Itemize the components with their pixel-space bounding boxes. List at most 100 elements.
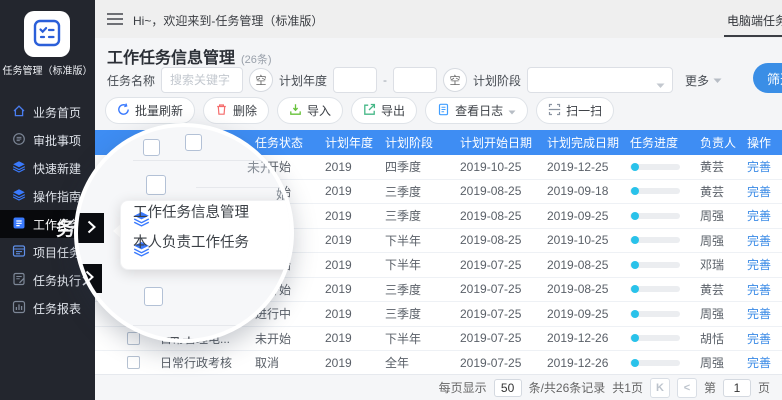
- page-title: 工作任务信息管理: [107, 44, 235, 68]
- log-document-icon: [437, 103, 450, 119]
- plan-start-date: 2019-10-25: [460, 155, 547, 179]
- plan-year: 2019: [325, 278, 385, 302]
- scan-icon: [548, 103, 561, 119]
- submenu-item-label: 本人负责工作任务: [133, 231, 249, 252]
- plan-year: 2019: [325, 302, 385, 326]
- sidebar-item-quick-create[interactable]: 快速新建: [0, 154, 95, 182]
- filter-bar: 任务名称 空 计划年度 - 空 计划阶段 更多: [107, 66, 722, 94]
- scan-button[interactable]: 扫一扫: [536, 97, 614, 124]
- export-button[interactable]: 导出: [351, 97, 417, 124]
- total-pages: 共1页: [612, 379, 643, 396]
- filter-button[interactable]: 筛选: [753, 63, 782, 93]
- page-suffix: 页: [758, 379, 770, 396]
- caret-down-icon: [656, 78, 665, 92]
- progress-bar[interactable]: [630, 188, 680, 194]
- sidebar-item-home[interactable]: 业务首页: [0, 98, 95, 126]
- plan-start-date: 2019-07-25: [460, 253, 547, 277]
- progress-bar[interactable]: [630, 286, 680, 292]
- page-number-input[interactable]: 1: [723, 379, 751, 397]
- progress-handle: [631, 334, 639, 342]
- submenu-item-label: 工作任务信息管理: [133, 201, 249, 222]
- progress-bar[interactable]: [630, 360, 680, 366]
- task-name-input[interactable]: [161, 67, 243, 93]
- improve-link[interactable]: 完善: [747, 281, 771, 298]
- submenu-popup: 工作任务信息管理 本人负责工作任务: [120, 200, 294, 270]
- magnified-menu-char: 务: [56, 214, 75, 241]
- hamburger-menu-icon[interactable]: [107, 13, 123, 28]
- plan-stage-select[interactable]: [527, 67, 673, 93]
- task-name: 日常行政考核: [160, 351, 255, 375]
- plan-stage: 全年: [385, 351, 460, 375]
- first-page-button[interactable]: K: [650, 378, 670, 398]
- owner: 周强: [700, 302, 747, 326]
- col-progress: 任务进度: [630, 130, 700, 155]
- export-icon: [363, 103, 376, 119]
- plan-start-date: 2019-07-25: [460, 302, 547, 326]
- magnified-checkbox: [143, 139, 160, 156]
- improve-link[interactable]: 完善: [747, 183, 771, 200]
- owner: 黄芸: [700, 278, 747, 302]
- clear-task-name-button[interactable]: 空: [249, 68, 273, 92]
- magnified-row-divider: [133, 325, 258, 326]
- sidebar-item-task-reports[interactable]: 任务报表: [0, 294, 95, 322]
- plan-year-to-input[interactable]: [393, 67, 437, 93]
- plan-end-date: 2019-12-26: [547, 351, 630, 375]
- improve-link[interactable]: 完善: [747, 305, 771, 322]
- prev-page-button[interactable]: <: [677, 378, 697, 398]
- delete-label: 删除: [233, 102, 257, 119]
- sidebar-item-label: 快速新建: [33, 160, 81, 177]
- plan-year-from-input[interactable]: [333, 67, 377, 93]
- delete-button[interactable]: 删除: [203, 97, 269, 124]
- view-log-button[interactable]: 查看日志: [425, 97, 528, 124]
- improve-link[interactable]: 完善: [747, 256, 771, 273]
- table-row: 日常行政考核 取消 2019 全年 2019-07-25 2019-12-26 …: [95, 351, 782, 376]
- plan-year: 2019: [325, 351, 385, 375]
- approval-icon: [12, 132, 26, 149]
- record-count-badge: (26条): [241, 51, 272, 67]
- progress-bar[interactable]: [630, 335, 680, 341]
- import-button[interactable]: 导入: [277, 97, 343, 124]
- owner: 周强: [700, 351, 747, 375]
- improve-link[interactable]: 完善: [747, 158, 771, 175]
- improve-link[interactable]: 完善: [747, 330, 771, 347]
- progress-bar[interactable]: [630, 237, 680, 243]
- per-page-label: 每页显示: [439, 379, 487, 396]
- progress-handle: [631, 163, 639, 171]
- row-checkbox[interactable]: [127, 356, 140, 369]
- topbar: Hi~，欢迎来到-任务管理（标准版） 电脑端任务管理: [95, 0, 782, 38]
- magnified-checkbox: [146, 175, 166, 195]
- progress-bar[interactable]: [630, 262, 680, 268]
- sidebar-item-label: 任务执行: [33, 272, 81, 289]
- improve-link[interactable]: 完善: [747, 232, 771, 249]
- plan-start-date: 2019-08-25: [460, 204, 547, 228]
- plan-year: 2019: [325, 180, 385, 204]
- plan-stage: 四季度: [385, 155, 460, 179]
- refresh-icon: [117, 103, 130, 119]
- page-size-input[interactable]: 50: [494, 379, 522, 397]
- tab-pc-task-management[interactable]: 电脑端任务管理: [727, 12, 782, 29]
- progress-handle: [631, 212, 639, 220]
- improve-link[interactable]: 完善: [747, 207, 771, 224]
- col-actions: 操作: [747, 130, 782, 155]
- plan-start-date: 2019-07-25: [460, 278, 547, 302]
- scan-label: 扫一扫: [566, 102, 602, 119]
- batch-refresh-button[interactable]: 批量刷新: [105, 97, 195, 124]
- progress-bar[interactable]: [630, 311, 680, 317]
- more-filters-button[interactable]: 更多: [685, 72, 722, 89]
- progress-bar[interactable]: [630, 164, 680, 170]
- clear-plan-year-button[interactable]: 空: [443, 68, 467, 92]
- sidebar-item-approvals[interactable]: 审批事项: [0, 126, 95, 154]
- caret-down-icon: [508, 104, 516, 118]
- project-form-icon: [12, 244, 26, 261]
- toolbar: 批量刷新 删除 导入 导出 查看日志 扫一扫: [105, 97, 614, 124]
- improve-link[interactable]: 完善: [747, 354, 771, 371]
- plan-year-filter-label: 计划年度: [279, 72, 327, 89]
- cube-icon: [12, 188, 26, 205]
- progress-bar[interactable]: [630, 213, 680, 219]
- sidebar-item-label: 业务首页: [33, 104, 81, 121]
- col-plan-year: 计划年度: [325, 130, 385, 155]
- plan-end-date: 2019-12-25: [547, 155, 630, 179]
- col-owner: 负责人: [700, 130, 747, 155]
- row-checkbox[interactable]: [127, 332, 140, 345]
- plan-start-date: 2019-08-25: [460, 229, 547, 253]
